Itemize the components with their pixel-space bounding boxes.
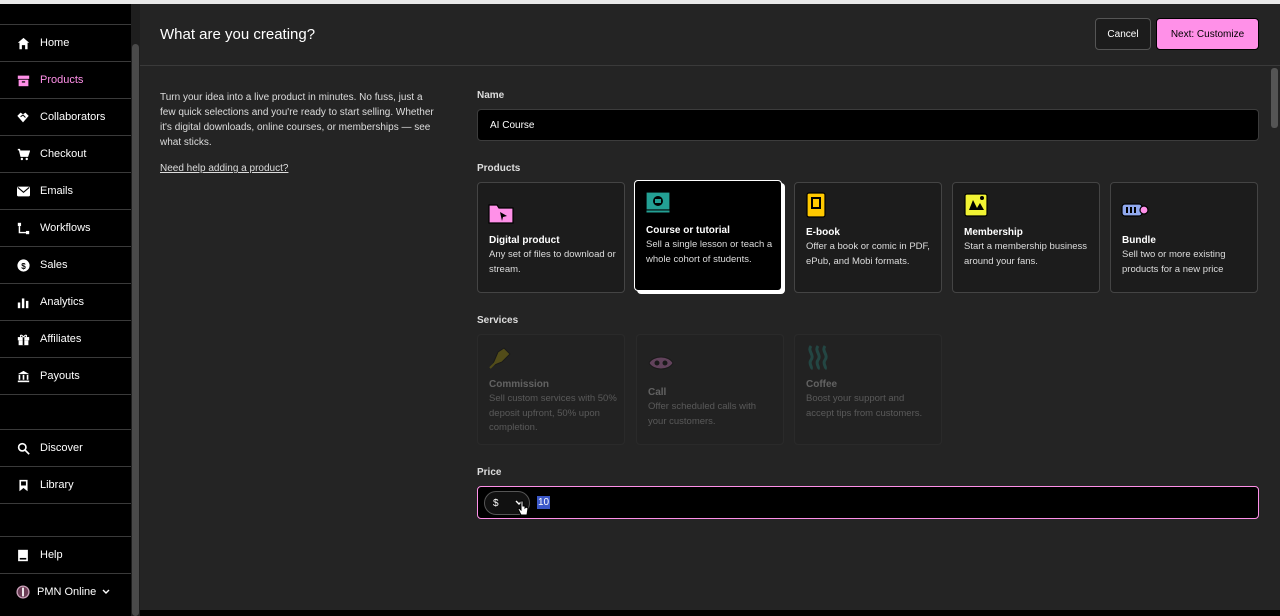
page-header: What are you creating? Cancel Next: Cust… (140, 4, 1280, 66)
service-card-commission: Commission Sell custom services with 50%… (477, 334, 625, 445)
course-icon (645, 190, 671, 216)
sidebar-item-label: Analytics (40, 296, 85, 308)
card-desc: Start a membership business around your … (964, 241, 1088, 267)
sidebar-item-label: Discover (40, 442, 83, 454)
card-title: Call (648, 387, 667, 398)
name-input-value: AI Course (490, 119, 535, 131)
cancel-button[interactable]: Cancel (1095, 18, 1151, 50)
book-icon (16, 548, 30, 562)
sidebar-item-sales[interactable]: $ Sales (0, 246, 131, 283)
sidebar-item-label: Home (40, 37, 70, 49)
page-scrollbar[interactable] (1271, 68, 1278, 128)
help-link[interactable]: Need help adding a product? (160, 163, 288, 174)
sidebar-item-label: Sales (40, 259, 68, 271)
price-value: 10 (537, 496, 551, 509)
services-label: Services (477, 315, 519, 326)
sidebar-item-label: Emails (40, 185, 74, 197)
workflow-icon (16, 221, 30, 235)
card-title: Coffee (806, 379, 838, 390)
card-desc: Offer a book or comic in PDF, ePub, and … (806, 241, 930, 267)
ebook-icon (805, 192, 831, 218)
sidebar-item-label: Workflows (40, 222, 91, 234)
sidebar-item-payouts[interactable]: Payouts (0, 357, 131, 395)
sidebar-item-label: Help (40, 549, 63, 561)
product-card-ebook[interactable]: E-book Offer a book or comic in PDF, ePu… (794, 182, 942, 293)
sidebar-item-collaborators[interactable]: Collaborators (0, 98, 131, 135)
card-desc: Sell a single lesson or teach a whole co… (646, 239, 773, 265)
mouse-pointer-icon (517, 500, 529, 516)
name-label: Name (477, 90, 505, 101)
sidebar-item-label: Payouts (40, 370, 80, 382)
card-title: Membership (964, 227, 1023, 238)
avatar (16, 585, 30, 599)
search-icon (16, 441, 30, 455)
sidebar-item-products[interactable]: Products (0, 61, 131, 98)
bundle-icon (1121, 201, 1149, 227)
intro-text: Turn your idea into a live product in mi… (160, 92, 434, 148)
bookmark-icon (16, 478, 30, 492)
bar-chart-icon (16, 295, 30, 309)
card-desc: Sell custom services with 50% deposit up… (489, 393, 617, 433)
coffee-icon (805, 344, 831, 371)
sidebar-item-affiliates[interactable]: Affiliates (0, 320, 131, 357)
handshake-icon (16, 110, 30, 124)
sidebar-item-label: Affiliates (40, 333, 82, 345)
home-icon (16, 36, 30, 50)
next-customize-button[interactable]: Next: Customize (1156, 18, 1259, 50)
folder-icon (488, 201, 514, 227)
sidebar-item-help[interactable]: Help (0, 536, 131, 573)
currency-symbol: $ (493, 497, 499, 509)
cart-icon (16, 147, 30, 161)
card-title: Digital product (489, 235, 560, 246)
dollar-circle-icon: $ (16, 258, 30, 272)
sidebar-scrollbar[interactable] (131, 4, 140, 616)
price-input[interactable]: $ 10 (477, 486, 1259, 519)
gift-icon (16, 332, 30, 346)
card-title: Bundle (1122, 235, 1156, 246)
card-desc: Boost your support and accept tips from … (806, 393, 923, 419)
account-name: PMN Online (37, 586, 97, 598)
card-title: Commission (489, 379, 550, 390)
product-card-digital[interactable]: Digital product Any set of files to down… (477, 182, 625, 293)
name-input[interactable]: AI Course (477, 109, 1259, 141)
bank-icon (16, 369, 30, 383)
scroll-thumb[interactable] (132, 44, 139, 616)
sidebar-item-label: Products (40, 74, 84, 86)
chevron-down-icon (102, 586, 110, 598)
archive-icon (16, 73, 30, 87)
sidebar-item-emails[interactable]: Emails (0, 172, 131, 209)
card-title: E-book (806, 227, 840, 238)
call-icon (647, 353, 674, 379)
sidebar-item-home[interactable]: Home (0, 24, 131, 61)
envelope-icon (16, 184, 30, 198)
product-card-bundle[interactable]: Bundle Sell two or more existing product… (1110, 182, 1258, 293)
sidebar: Home Products Collaborators Checkout Ema… (0, 4, 131, 616)
service-card-coffee: Coffee Boost your support and accept tip… (794, 334, 942, 445)
product-card-membership[interactable]: Membership Start a membership business a… (952, 182, 1100, 293)
sidebar-item-workflows[interactable]: Workflows (0, 209, 131, 246)
service-card-call: Call Offer scheduled calls with your cus… (636, 334, 784, 445)
sidebar-item-library[interactable]: Library (0, 466, 131, 504)
products-label: Products (477, 163, 521, 174)
card-desc: Sell two or more existing products for a… (1122, 249, 1226, 275)
product-card-course[interactable]: Course or tutorial Sell a single lesson … (634, 180, 782, 291)
svg-text:$: $ (21, 261, 26, 270)
sidebar-item-analytics[interactable]: Analytics (0, 283, 131, 320)
page-title: What are you creating? (160, 26, 316, 43)
sidebar-item-checkout[interactable]: Checkout (0, 135, 131, 172)
sidebar-item-label: Library (40, 479, 74, 491)
card-desc: Any set of files to download or stream. (489, 249, 616, 275)
sidebar-item-label: Checkout (40, 148, 87, 160)
commission-icon (488, 344, 514, 370)
price-label: Price (477, 467, 502, 478)
sidebar-item-discover[interactable]: Discover (0, 429, 131, 466)
main-panel: What are you creating? Cancel Next: Cust… (140, 4, 1280, 610)
membership-icon (963, 192, 989, 218)
card-title: Course or tutorial (646, 225, 730, 236)
account-menu[interactable]: PMN Online (0, 573, 131, 610)
card-desc: Offer scheduled calls with your customer… (648, 401, 757, 427)
sidebar-item-label: Collaborators (40, 111, 106, 123)
